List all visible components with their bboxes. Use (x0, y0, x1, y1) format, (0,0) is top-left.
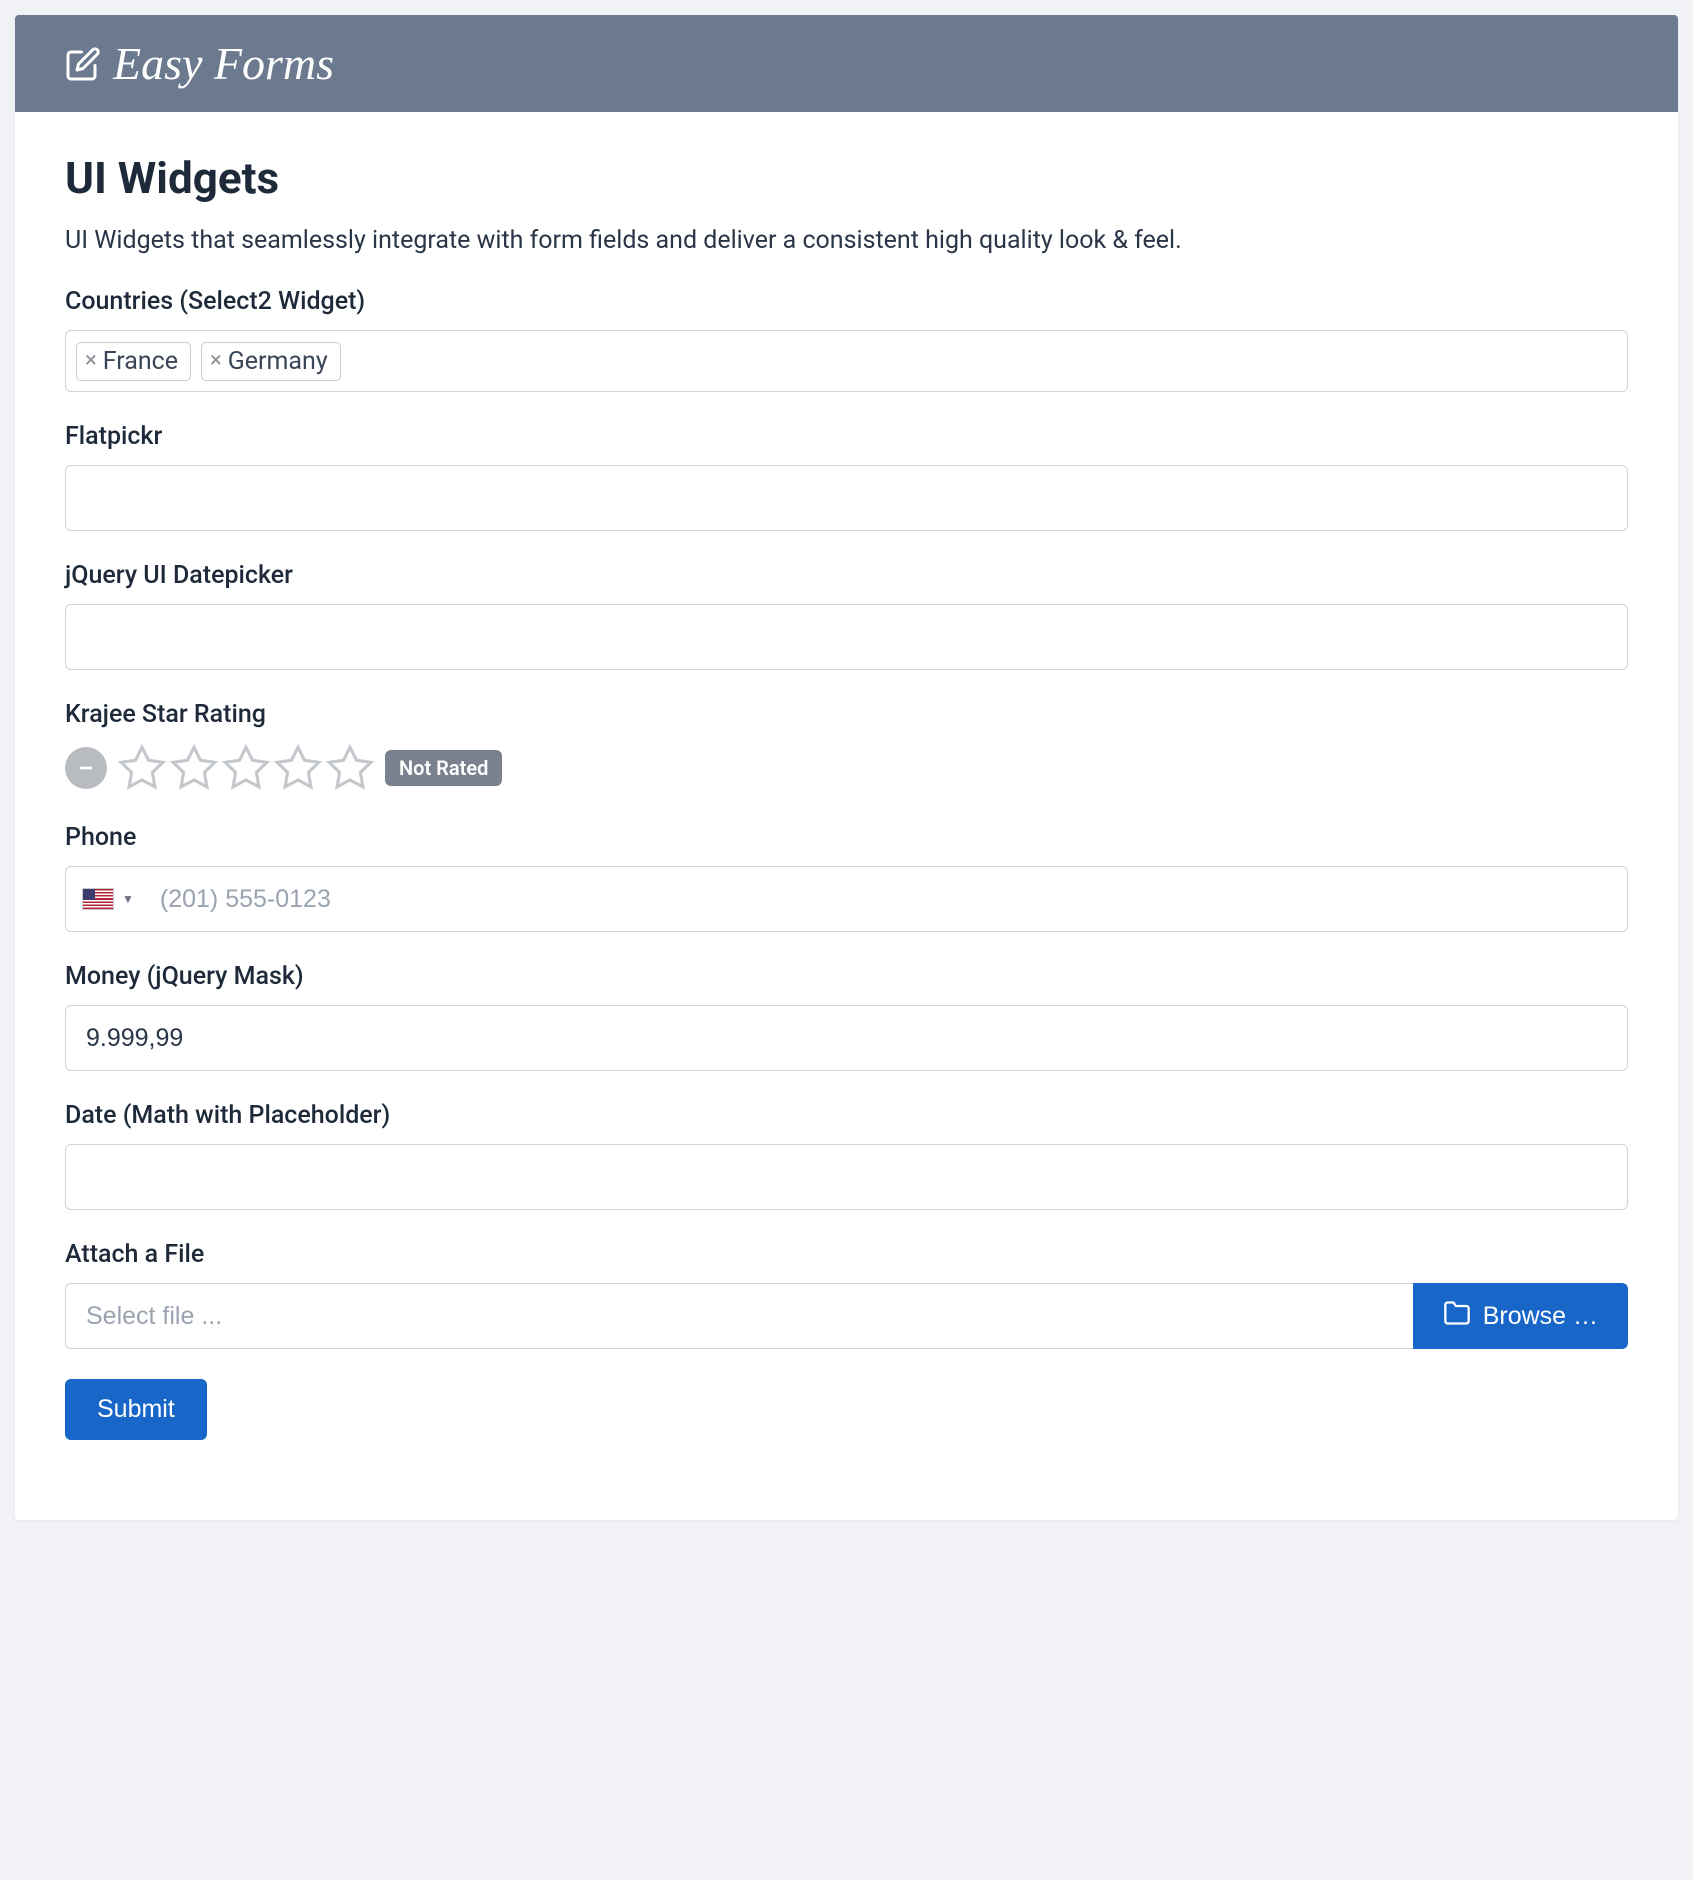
us-flag-icon (82, 888, 114, 910)
remove-france-icon[interactable]: × (85, 350, 97, 372)
countries-select[interactable]: × France × Germany (65, 330, 1628, 392)
app-card: Easy Forms UI Widgets UI Widgets that se… (15, 15, 1678, 1520)
rating-badge: Not Rated (385, 750, 502, 786)
field-jq-datepicker: jQuery UI Datepicker (65, 561, 1628, 670)
tag-label: France (103, 347, 178, 376)
field-phone: Phone ▼ (65, 823, 1628, 932)
submit-button[interactable]: Submit (65, 1379, 207, 1440)
countries-label: Countries (Select2 Widget) (65, 287, 1628, 316)
field-rating: Krajee Star Rating (65, 700, 1628, 793)
tag-label: Germany (228, 347, 328, 376)
app-header: Easy Forms (15, 15, 1678, 112)
file-name-display[interactable] (65, 1283, 1413, 1349)
field-money: Money (jQuery Mask) (65, 962, 1628, 1071)
rating-row: Not Rated (65, 743, 1628, 793)
folder-icon (1443, 1299, 1471, 1334)
star-1[interactable] (117, 743, 167, 793)
phone-label: Phone (65, 823, 1628, 852)
jq-datepicker-input[interactable] (65, 604, 1628, 670)
chevron-down-icon: ▼ (122, 892, 134, 906)
star-5[interactable] (325, 743, 375, 793)
star-2[interactable] (169, 743, 219, 793)
file-label: Attach a File (65, 1240, 1628, 1269)
edit-icon (65, 46, 101, 82)
phone-input-wrapper: ▼ (65, 866, 1628, 932)
page-description: UI Widgets that seamlessly integrate wit… (65, 226, 1628, 255)
rating-stars (117, 743, 375, 793)
field-flatpickr: Flatpickr (65, 422, 1628, 531)
money-input[interactable] (65, 1005, 1628, 1071)
datemath-input[interactable] (65, 1144, 1628, 1210)
content-area: UI Widgets UI Widgets that seamlessly in… (15, 112, 1678, 1520)
field-file: Attach a File Browse … (65, 1240, 1628, 1349)
star-3[interactable] (221, 743, 271, 793)
country-flag-selector[interactable]: ▼ (66, 888, 150, 910)
browse-button[interactable]: Browse … (1413, 1283, 1628, 1349)
remove-germany-icon[interactable]: × (210, 350, 222, 372)
app-title: Easy Forms (113, 37, 334, 90)
datemath-label: Date (Math with Placeholder) (65, 1101, 1628, 1130)
country-tag-france: × France (76, 342, 191, 381)
file-row: Browse … (65, 1283, 1628, 1349)
page-title: UI Widgets (65, 152, 1628, 204)
flatpickr-label: Flatpickr (65, 422, 1628, 451)
flatpickr-input[interactable] (65, 465, 1628, 531)
rating-clear-button[interactable] (65, 747, 107, 789)
field-countries: Countries (Select2 Widget) × France × Ge… (65, 287, 1628, 392)
browse-label: Browse … (1483, 1302, 1598, 1331)
phone-input[interactable] (150, 869, 1627, 930)
field-datemath: Date (Math with Placeholder) (65, 1101, 1628, 1210)
rating-label: Krajee Star Rating (65, 700, 1628, 729)
jq-datepicker-label: jQuery UI Datepicker (65, 561, 1628, 590)
country-tag-germany: × Germany (201, 342, 341, 381)
star-4[interactable] (273, 743, 323, 793)
money-label: Money (jQuery Mask) (65, 962, 1628, 991)
